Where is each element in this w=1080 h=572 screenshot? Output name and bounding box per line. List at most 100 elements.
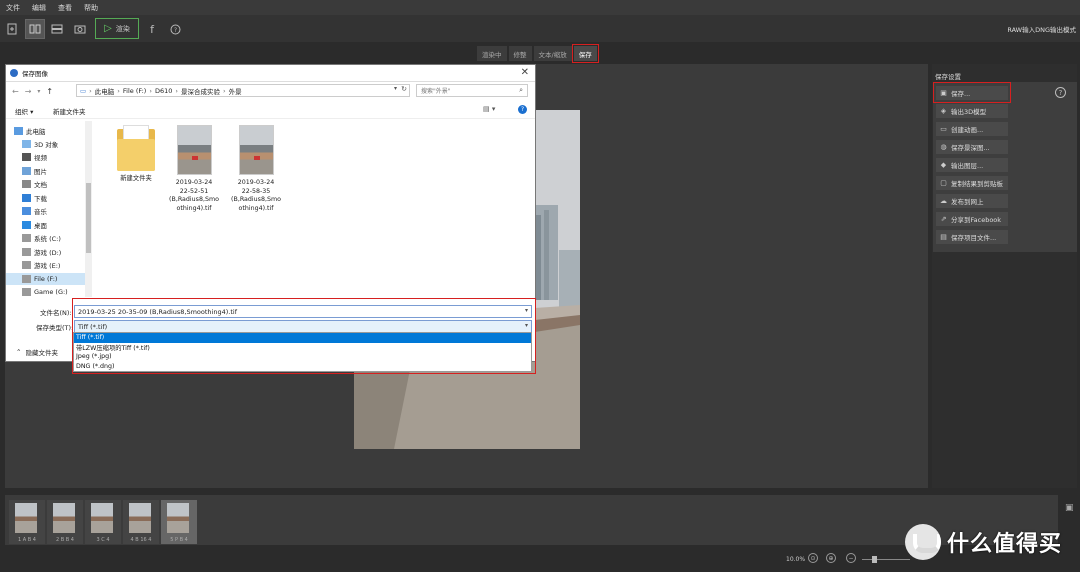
thumb-caption: 5 P B 4 (170, 537, 188, 543)
nav-scrollbar[interactable] (85, 121, 92, 297)
split-view-icon[interactable] (25, 19, 45, 39)
film-thumb[interactable]: 1 A B 4 (9, 500, 45, 544)
film-thumb[interactable]: 3 C 4 (85, 500, 121, 544)
file-icon: ▤ (940, 233, 947, 241)
save-project-button[interactable]: ▤ 保存项目文件... (936, 230, 1008, 244)
nav-label: File (F:) (34, 275, 58, 283)
thumb-image (167, 503, 189, 533)
save-project-label: 保存项目文件... (951, 234, 997, 242)
watermark-text: 什么值得买 (947, 532, 1063, 557)
camera-icon[interactable] (70, 19, 90, 39)
nav-item-music[interactable]: 音乐 (22, 205, 47, 217)
breadcrumb-item[interactable]: 此电脑 (95, 86, 115, 96)
organize-button[interactable]: 组织 ▾ (15, 106, 33, 116)
save-settings-title: 保存设置 (935, 73, 961, 81)
render-button[interactable]: ▷ 渲染 (95, 18, 139, 39)
breadcrumb-item[interactable]: 外景 (229, 86, 242, 96)
menu-file[interactable]: 文件 (6, 3, 20, 13)
panel-help-icon[interactable]: ? (1055, 87, 1066, 98)
new-project-icon[interactable] (2, 19, 22, 39)
tab-save[interactable]: 保存 (571, 44, 599, 63)
nav-item-drive-f[interactable]: File (F:) (6, 273, 86, 285)
save-depth-map-button[interactable]: ◍ 保存景深图... (936, 140, 1008, 154)
copy-clipboard-button[interactable]: ▢ 复制结果到剪贴板 (936, 176, 1008, 190)
actual-size-icon[interactable]: ⊕ (826, 553, 836, 563)
nav-item-desktop[interactable]: 桌面 (22, 219, 47, 231)
file-item-folder[interactable]: 新建文件夹 (105, 125, 167, 184)
create-animation-label: 创建动画... (951, 126, 984, 134)
zoom-out-icon[interactable]: − (846, 553, 856, 563)
help-circle-icon[interactable]: ? (165, 19, 185, 39)
breadcrumb-item[interactable]: D610 (155, 87, 172, 95)
facebook-icon[interactable]: f (142, 19, 162, 39)
depth-icon: ◍ (940, 143, 947, 151)
hide-folders-label: 隐藏文件夹 (25, 349, 58, 357)
render-label: 渲染 (115, 24, 130, 33)
tab-text-scale[interactable]: 文本/缩放 (533, 46, 572, 61)
navigation-pane: 此电脑 3D 对象 视频 图片 文档 下载 音乐 桌面 系统 (C:) 游戏 (… (6, 121, 93, 297)
nav-item-video[interactable]: 视频 (22, 151, 47, 163)
back-arrow-icon[interactable]: ← (12, 87, 19, 96)
nav-item-drive-c[interactable]: 系统 (C:) (22, 232, 61, 244)
nav-item-downloads[interactable]: 下载 (22, 192, 47, 204)
zoom-slider[interactable] (862, 559, 910, 560)
thumb-image (129, 503, 151, 533)
filetype-highlight-box (72, 298, 536, 374)
film-thumb[interactable]: 2 B B 4 (47, 500, 83, 544)
file-item-tif[interactable]: 2019-03-24 22-58-35 (B,Radius8,Smo othin… (225, 125, 287, 213)
film-icon: ▭ (940, 125, 947, 133)
up-arrow-icon[interactable]: ↑ (46, 87, 53, 96)
path-dropdown-icon[interactable]: ▾ (394, 85, 397, 92)
file-name: 新建文件夹 (120, 175, 152, 182)
publish-online-button[interactable]: ☁ 发布到网上 (936, 194, 1008, 208)
export-3d-button[interactable]: ◈ 输出3D模型 (936, 104, 1008, 118)
create-animation-button[interactable]: ▭ 创建动画... (936, 122, 1008, 136)
nav-item-this-pc[interactable]: 此电脑 (14, 125, 46, 137)
hide-folders-toggle[interactable]: ⌃ 隐藏文件夹 (16, 347, 58, 357)
desktop-icon (22, 221, 31, 229)
forward-arrow-icon[interactable]: → (25, 87, 32, 96)
zoom-slider-handle[interactable] (872, 556, 877, 563)
filetype-label: 保存类型(T): (36, 324, 74, 332)
nav-item-3d[interactable]: 3D 对象 (22, 138, 58, 150)
film-thumb-selected[interactable]: 5 P B 4 (161, 500, 197, 544)
search-placeholder: 搜索"外景" (421, 88, 451, 95)
view-options-icon[interactable]: ▤ ▾ (483, 105, 495, 113)
horizontal-split-icon[interactable] (47, 19, 67, 39)
export-layers-button[interactable]: ◆ 输出图层... (936, 158, 1008, 172)
file-name-line: 2019-03-24 (175, 179, 213, 186)
thumb-image (91, 503, 113, 533)
menu-help[interactable]: 帮助 (84, 3, 98, 13)
scrollbar-thumb[interactable] (86, 183, 91, 253)
nav-item-documents[interactable]: 文档 (22, 178, 47, 190)
breadcrumb-item[interactable]: File (F:) (123, 87, 146, 95)
recent-dropdown-icon[interactable]: ▾ (37, 88, 40, 95)
fit-icon[interactable]: ⊙ (808, 553, 818, 563)
nav-label: 下载 (34, 195, 47, 203)
share-facebook-button[interactable]: ⇗ 分享到Facebook (936, 212, 1008, 226)
tab-rendering[interactable]: 渲染中 (477, 46, 507, 61)
file-name-line: 22-52-51 (179, 187, 209, 195)
menu-view[interactable]: 查看 (58, 3, 72, 13)
menu-edit[interactable]: 编辑 (32, 3, 46, 13)
refresh-icon[interactable]: ↻ (401, 85, 407, 93)
publish-online-label: 发布到网上 (951, 198, 984, 206)
filmstrip-save-icon[interactable]: ▣ (1065, 503, 1074, 513)
path-breadcrumb[interactable]: ▭ › 此电脑 › File (F:) › D610 › 景深合成实验 › 外景… (76, 84, 410, 97)
dialog-help-icon[interactable]: ? (518, 105, 527, 114)
layers-icon: ◆ (940, 161, 947, 169)
new-folder-button[interactable]: 新建文件夹 (53, 106, 86, 116)
file-item-tif[interactable]: 2019-03-24 22-52-51 (B,Radius8,Smo othin… (163, 125, 225, 213)
tab-retouch[interactable]: 修整 (508, 46, 532, 61)
close-icon[interactable]: ✕ (521, 67, 529, 78)
breadcrumb-item[interactable]: 景深合成实验 (181, 86, 220, 96)
nav-item-drive-d[interactable]: 游戏 (D:) (22, 246, 61, 258)
nav-item-pictures[interactable]: 图片 (22, 165, 47, 177)
search-input[interactable]: 搜索"外景" ⌕ (416, 84, 528, 97)
drive-icon (22, 288, 31, 296)
nav-item-drive-g[interactable]: Game (G:) (22, 286, 68, 297)
film-thumb[interactable]: 4 B 16 4 (123, 500, 159, 544)
nav-item-drive-e[interactable]: 游戏 (E:) (22, 259, 60, 271)
folder-icon (117, 125, 155, 171)
play-icon: ▷ (104, 23, 112, 34)
